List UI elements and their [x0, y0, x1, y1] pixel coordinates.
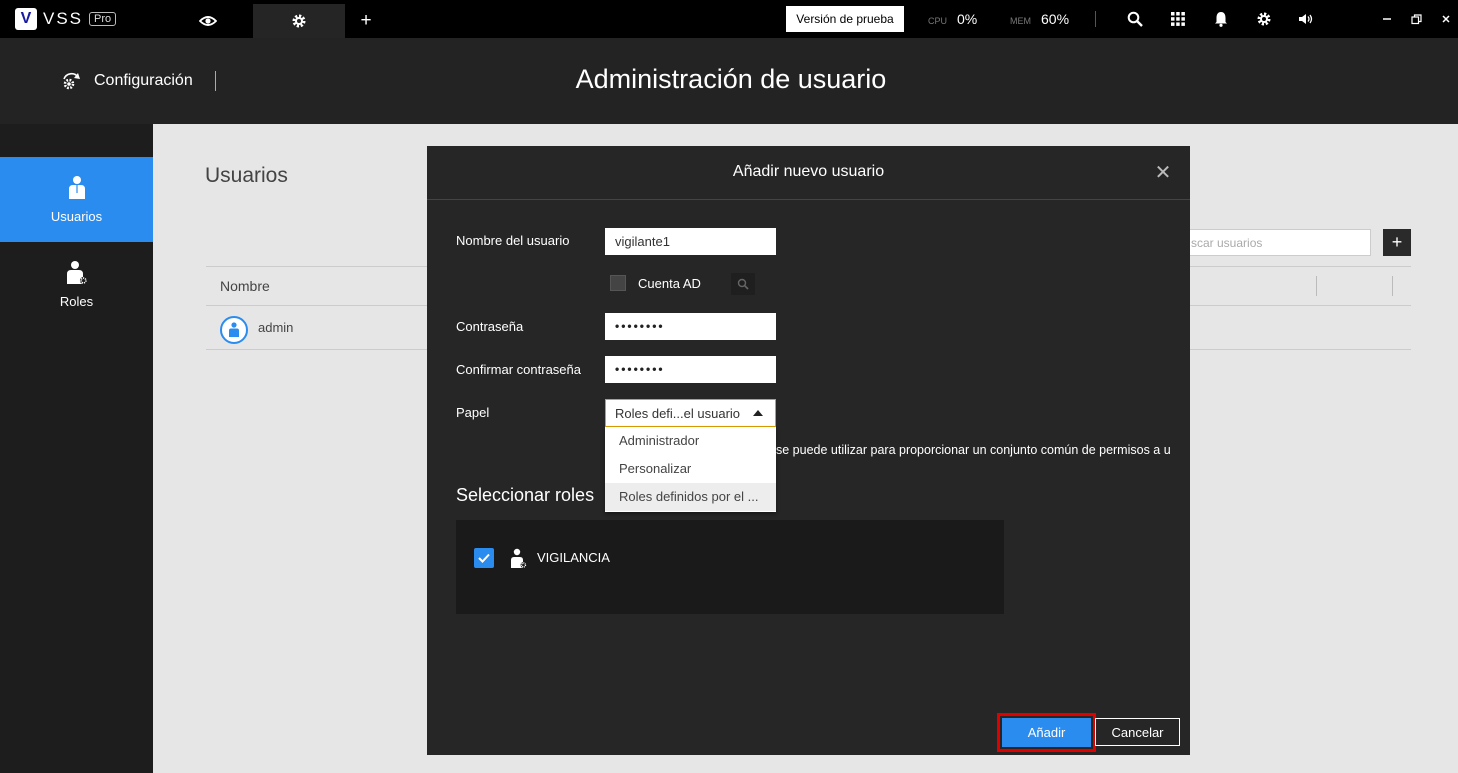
- checkmark-icon: [478, 553, 490, 563]
- mem-stat: MEM 60%: [1010, 11, 1069, 27]
- user-avatar-icon: [220, 316, 248, 344]
- add-tab-button[interactable]: +: [320, 4, 412, 38]
- password-field[interactable]: ••••••••: [605, 313, 776, 340]
- sidebar: Usuarios Roles: [0, 124, 153, 773]
- close-icon[interactable]: ✕: [1153, 163, 1173, 183]
- top-bar: V VSS Pro + Versión de prueba CPU 0% MEM…: [0, 0, 1458, 38]
- plus-icon: +: [1391, 232, 1403, 252]
- page-title: Administración de usuario: [575, 64, 887, 94]
- grid-icon[interactable]: [1167, 9, 1189, 29]
- role-option-user-defined[interactable]: Roles definidos por el ...: [605, 483, 776, 511]
- chevron-up-icon: [753, 410, 763, 416]
- username-field[interactable]: vigilante1: [605, 228, 776, 255]
- cpu-label: CPU: [928, 16, 948, 26]
- role-dropdown: Administrador Personalizar Roles definid…: [605, 427, 776, 512]
- role-checkbox[interactable]: [474, 548, 494, 568]
- volume-icon[interactable]: [1295, 9, 1317, 29]
- top-divider: [1095, 11, 1096, 27]
- cpu-stat: CPU 0%: [928, 11, 977, 27]
- ad-account-checkbox[interactable]: [610, 275, 626, 291]
- eye-icon: [199, 16, 217, 26]
- mem-label: MEM: [1010, 16, 1031, 26]
- user-icon: [68, 176, 85, 199]
- bell-icon[interactable]: [1210, 9, 1232, 29]
- add-user-dialog: Añadir nuevo usuario ✕ Nombre del usuari…: [427, 146, 1190, 755]
- sidebar-item-users[interactable]: Usuarios: [0, 157, 153, 242]
- add-button[interactable]: Añadir: [997, 713, 1096, 752]
- mem-value: 60%: [1041, 11, 1070, 27]
- sidebar-item-roles[interactable]: Roles: [0, 242, 153, 327]
- username-label: Nombre del usuario: [456, 233, 570, 248]
- role-selected-value: Roles defi...el usuario: [615, 406, 741, 421]
- role-option-administrator[interactable]: Administrador: [605, 427, 776, 455]
- search-icon[interactable]: [1124, 9, 1146, 29]
- role-description: se puede utilizar para proporcionar un c…: [776, 443, 1171, 457]
- dialog-title: Añadir nuevo usuario: [732, 163, 885, 180]
- confirm-password-label: Confirmar contraseña: [456, 362, 581, 377]
- tab-live-view[interactable]: [162, 4, 254, 38]
- cpu-value: 0%: [957, 11, 978, 27]
- search-users-input[interactable]: scar usuarios: [1186, 229, 1371, 256]
- sidebar-item-label: Roles: [59, 294, 94, 309]
- vivotek-logo-icon: V: [15, 8, 37, 30]
- dialog-header: Añadir nuevo usuario ✕: [427, 146, 1190, 200]
- ad-search-icon[interactable]: [731, 273, 755, 295]
- select-roles-title: Seleccionar roles: [456, 485, 595, 505]
- role-option-custom[interactable]: Personalizar: [605, 455, 776, 483]
- gear-icon: [292, 14, 306, 28]
- minimize-icon[interactable]: [1376, 9, 1398, 29]
- role-icon: [511, 548, 527, 568]
- password-label: Contraseña: [456, 319, 524, 334]
- column-header-name[interactable]: Nombre: [220, 278, 270, 294]
- sidebar-item-label: Usuarios: [50, 209, 103, 224]
- ad-account-label: Cuenta AD: [638, 276, 701, 291]
- column-divider: [1392, 276, 1393, 296]
- user-gear-icon: [66, 261, 87, 285]
- cancel-button[interactable]: Cancelar: [1095, 718, 1180, 746]
- section-title: Usuarios: [205, 164, 288, 187]
- role-label: Papel: [456, 405, 490, 420]
- confirm-password-field[interactable]: ••••••••: [605, 356, 776, 383]
- restore-icon[interactable]: [1405, 9, 1427, 29]
- role-select[interactable]: Roles defi...el usuario: [605, 399, 776, 427]
- app-logo: V VSS Pro: [15, 8, 117, 30]
- logo-badge: Pro: [89, 12, 117, 26]
- add-user-icon-button[interactable]: +: [1383, 229, 1411, 256]
- role-name: VIGILANCIA: [537, 550, 610, 565]
- user-name: admin: [258, 320, 294, 335]
- roles-panel: VIGILANCIA: [456, 520, 1004, 614]
- plus-icon: +: [360, 10, 372, 31]
- settings-gear-icon[interactable]: [1253, 9, 1275, 29]
- close-window-icon[interactable]: [1435, 9, 1457, 29]
- trial-version-button[interactable]: Versión de prueba: [786, 6, 904, 32]
- column-divider: [1316, 276, 1317, 296]
- logo-text: VSS: [43, 9, 84, 28]
